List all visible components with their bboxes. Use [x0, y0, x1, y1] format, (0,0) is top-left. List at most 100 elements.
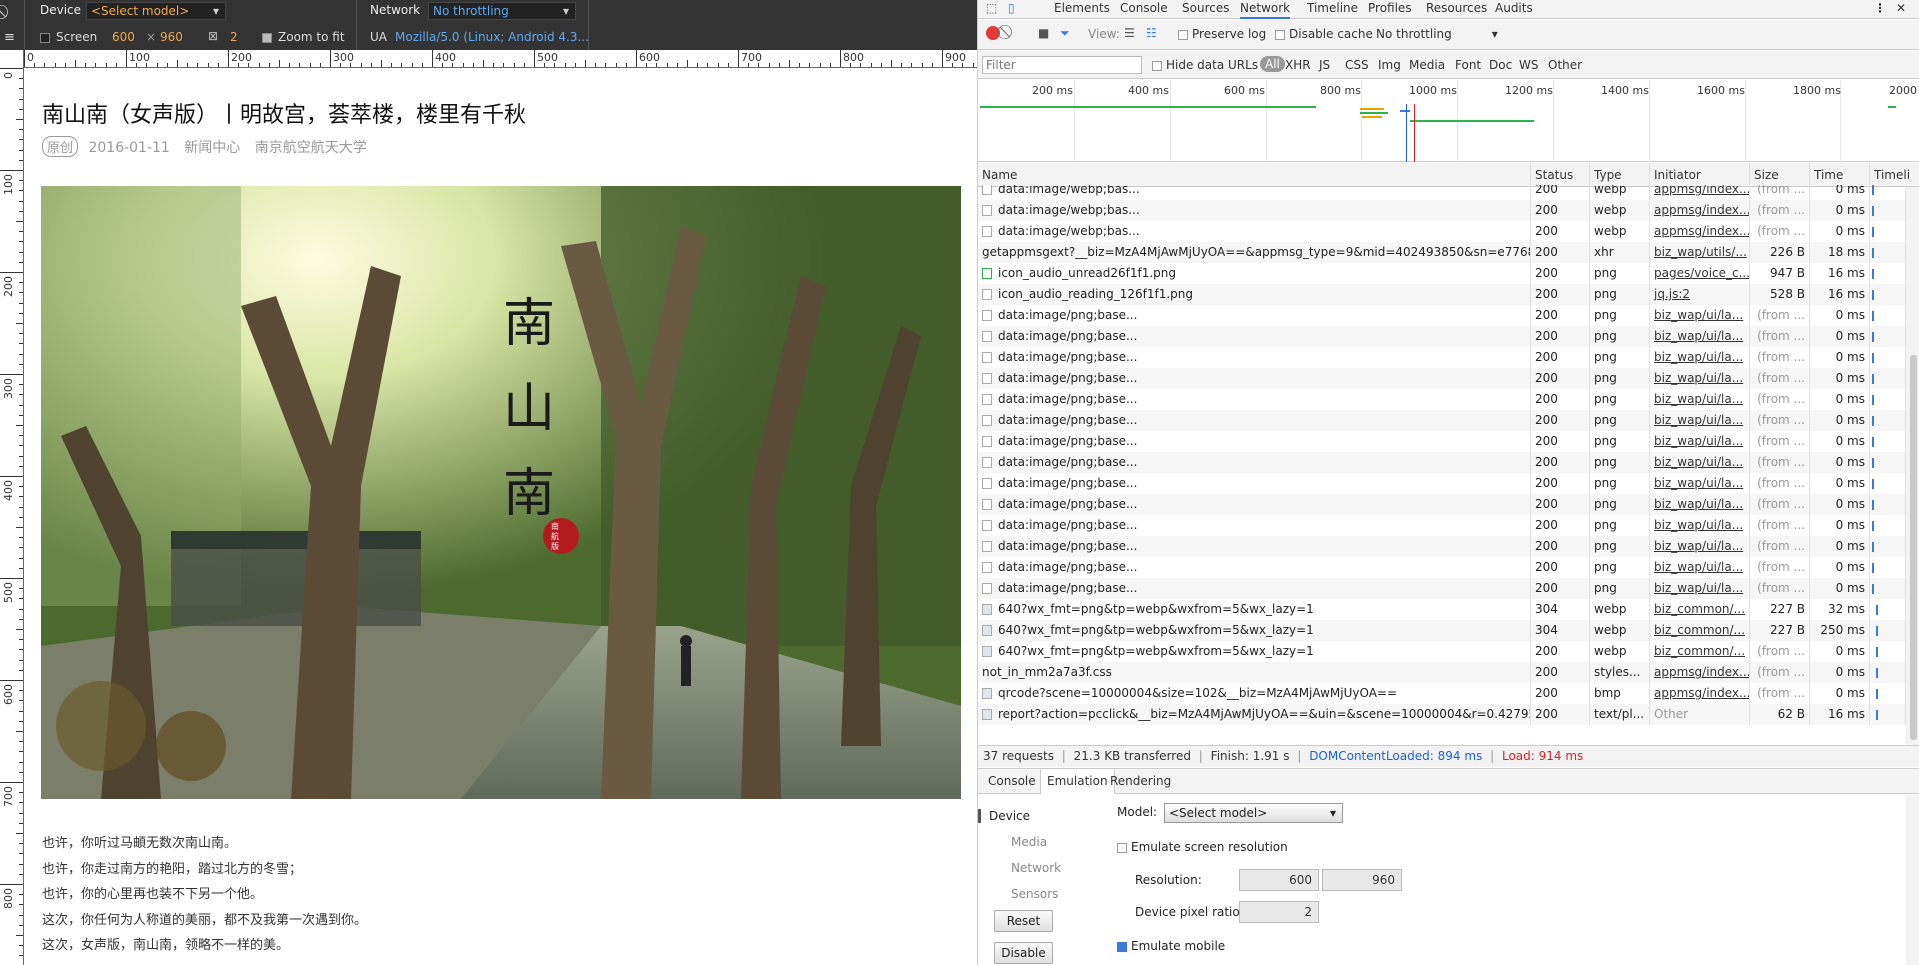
cell-initiator[interactable]: appmsg/index...: [1650, 221, 1750, 242]
cell-initiator[interactable]: appmsg/index...: [1650, 200, 1750, 221]
cell-initiator[interactable]: biz_wap/ui/la...: [1650, 494, 1750, 515]
hide-data-urls-toggle[interactable]: Hide data URLs: [1152, 58, 1258, 72]
resolution-height-input[interactable]: 960: [1322, 869, 1402, 891]
tab-timeline[interactable]: Timeline: [1307, 0, 1358, 19]
reset-button[interactable]: Reset: [994, 910, 1053, 932]
cell-initiator[interactable]: appmsg/index...: [1650, 185, 1750, 200]
filter-type-js[interactable]: JS: [1319, 58, 1330, 72]
filter-type-other[interactable]: Other: [1548, 58, 1582, 72]
col-type[interactable]: Type: [1590, 163, 1650, 187]
cell-name[interactable]: data:image/png;base...: [978, 431, 1531, 452]
user-agent-value[interactable]: Mozilla/5.0 (Linux; Android 4.3...: [395, 30, 589, 44]
dpr-value[interactable]: 2: [230, 30, 238, 44]
cell-name[interactable]: data:image/png;base...: [978, 536, 1531, 557]
filter-type-all[interactable]: All: [1260, 56, 1285, 72]
table-row[interactable]: qrcode?scene=10000004&size=102&__biz=MzA…: [978, 683, 1906, 704]
tab-elements[interactable]: Elements: [1054, 0, 1110, 19]
emulation-side-device[interactable]: Device: [978, 809, 1030, 823]
cell-name[interactable]: report?action=pcclick&__biz=MzA4MjAwMjUy…: [978, 704, 1531, 725]
cell-name[interactable]: data:image/png;base...: [978, 473, 1531, 494]
table-row[interactable]: data:image/png;base... 200 png biz_wap/ui/l…: [978, 494, 1906, 515]
cell-name[interactable]: data:image/webp;bas...: [978, 185, 1531, 200]
filter-type-ws[interactable]: WS: [1519, 58, 1538, 72]
filter-type-css[interactable]: CSS: [1345, 58, 1369, 72]
cell-initiator[interactable]: biz_wap/ui/la...: [1650, 431, 1750, 452]
cell-initiator[interactable]: biz_wap/ui/la...: [1650, 305, 1750, 326]
hide-data-urls-checkbox[interactable]: [1152, 60, 1162, 71]
device-mode-icon[interactable]: ▯: [1008, 0, 1015, 19]
cell-initiator[interactable]: biz_wap/ui/la...: [1650, 326, 1750, 347]
cell-name[interactable]: data:image/png;base...: [978, 515, 1531, 536]
emulation-side-sensors[interactable]: Sensors: [1011, 887, 1058, 901]
cell-name[interactable]: data:image/png;base...: [978, 410, 1531, 431]
table-row[interactable]: report?action=pcclick&__biz=MzA4MjAwMjUy…: [978, 704, 1906, 725]
filter-type-xhr[interactable]: XHR: [1285, 58, 1311, 72]
drawer-scrollbar[interactable]: [1906, 795, 1919, 965]
screen-width-value[interactable]: 600: [112, 30, 135, 44]
cell-initiator[interactable]: biz_common/...: [1650, 620, 1750, 641]
cell-name[interactable]: data:image/png;base...: [978, 452, 1531, 473]
tab-network[interactable]: Network: [1240, 0, 1291, 19]
tab-sources[interactable]: Sources: [1182, 0, 1229, 19]
table-row[interactable]: data:image/png;base... 200 png biz_wap/ui/l…: [978, 410, 1906, 431]
table-row[interactable]: data:image/webp;bas... 200 webp appmsg/inde…: [978, 185, 1906, 200]
cell-name[interactable]: getappmsgext?__biz=MzA4MjAwMjUyOA==&appm…: [978, 242, 1531, 263]
drawer-tab-rendering[interactable]: Rendering: [1104, 769, 1177, 794]
tab-resources[interactable]: Resources: [1426, 0, 1487, 19]
cell-name[interactable]: data:image/png;base...: [978, 368, 1531, 389]
menu-icon[interactable]: ≡: [4, 30, 15, 45]
cell-name[interactable]: data:image/png;base...: [978, 326, 1531, 347]
col-name[interactable]: Name: [978, 163, 1531, 187]
screen-checkbox[interactable]: [40, 32, 50, 43]
table-row[interactable]: 640?wx_fmt=png&tp=webp&wxfrom=5&wx_lazy=…: [978, 641, 1906, 662]
inspect-icon[interactable]: ⬚: [986, 0, 997, 19]
cell-initiator[interactable]: biz_wap/ui/la...: [1650, 557, 1750, 578]
filter-input[interactable]: [982, 56, 1142, 74]
table-row[interactable]: data:image/webp;bas... 200 webp appmsg/inde…: [978, 221, 1906, 242]
cell-initiator[interactable]: biz_wap/utils/...: [1650, 242, 1750, 263]
more-menu-icon[interactable]: ⋮: [1874, 0, 1886, 19]
filter-type-doc[interactable]: Doc: [1489, 58, 1512, 72]
table-row[interactable]: data:image/png;base... 200 png biz_wap/ui/l…: [978, 347, 1906, 368]
cell-name[interactable]: icon_audio_reading_126f1f1.png: [978, 284, 1531, 305]
article-page[interactable]: 南山南（女声版）丨明故宫，荟萃楼，楼里有千秋 原创 2016-01-11 新闻中…: [25, 69, 977, 965]
cell-initiator[interactable]: biz_wap/ui/la...: [1650, 452, 1750, 473]
device-pixel-ratio-input[interactable]: 2: [1239, 901, 1319, 923]
table-row[interactable]: data:image/png;base... 200 png biz_wap/ui/l…: [978, 389, 1906, 410]
large-rows-icon[interactable]: ☰: [1124, 26, 1135, 40]
col-size[interactable]: Size: [1750, 163, 1810, 187]
emulate-mobile-checkbox[interactable]: [1117, 941, 1127, 952]
filter-type-media[interactable]: Media: [1409, 58, 1445, 72]
requests-scroll-thumb[interactable]: [1910, 355, 1917, 740]
close-icon[interactable]: ✕: [1896, 0, 1906, 19]
cell-name[interactable]: not_in_mm2a7a3f.css: [978, 662, 1531, 683]
cell-initiator[interactable]: biz_common/...: [1650, 641, 1750, 662]
table-row[interactable]: data:image/png;base... 200 png biz_wap/ui/l…: [978, 452, 1906, 473]
cell-initiator[interactable]: biz_wap/ui/la...: [1650, 410, 1750, 431]
cell-initiator[interactable]: Other: [1650, 704, 1750, 725]
capture-screenshots-icon[interactable]: ■: [1038, 26, 1049, 40]
disable-cache-toggle[interactable]: Disable cache: [1275, 27, 1373, 41]
emulate-screen-resolution-checkbox[interactable]: [1117, 842, 1127, 853]
cell-initiator[interactable]: appmsg/index...: [1650, 683, 1750, 704]
table-row[interactable]: 640?wx_fmt=png&tp=webp&wxfrom=5&wx_lazy=…: [978, 599, 1906, 620]
table-row[interactable]: data:image/png;base... 200 png biz_wap/ui/l…: [978, 557, 1906, 578]
cell-initiator[interactable]: appmsg/index...: [1650, 662, 1750, 683]
table-row[interactable]: data:image/png;base... 200 png biz_wap/ui/l…: [978, 515, 1906, 536]
emulate-mobile-toggle[interactable]: Emulate mobile: [1117, 939, 1225, 953]
record-icon[interactable]: [986, 26, 1000, 40]
overview-icon[interactable]: ☷: [1146, 26, 1157, 40]
cell-name[interactable]: data:image/png;base...: [978, 494, 1531, 515]
device-model-select[interactable]: <Select model> ▾: [86, 2, 226, 20]
col-time[interactable]: Time: [1810, 163, 1870, 187]
table-row[interactable]: icon_audio_unread26f1f1.png 200 png pages/v…: [978, 263, 1906, 284]
table-row[interactable]: data:image/png;base... 200 png biz_wap/ui/l…: [978, 578, 1906, 599]
emulation-side-network[interactable]: Network: [1011, 861, 1061, 875]
table-row[interactable]: data:image/png;base... 200 png biz_wap/ui/l…: [978, 326, 1906, 347]
throttling-select[interactable]: No throttling ▾: [1376, 27, 1498, 41]
cell-initiator[interactable]: biz_wap/ui/la...: [1650, 515, 1750, 536]
cell-initiator[interactable]: biz_wap/ui/la...: [1650, 473, 1750, 494]
article-source[interactable]: 新闻中心: [184, 140, 240, 156]
table-row[interactable]: getappmsgext?__biz=MzA4MjAwMjUyOA==&appm…: [978, 242, 1906, 263]
table-row[interactable]: data:image/png;base... 200 png biz_wap/ui/l…: [978, 305, 1906, 326]
